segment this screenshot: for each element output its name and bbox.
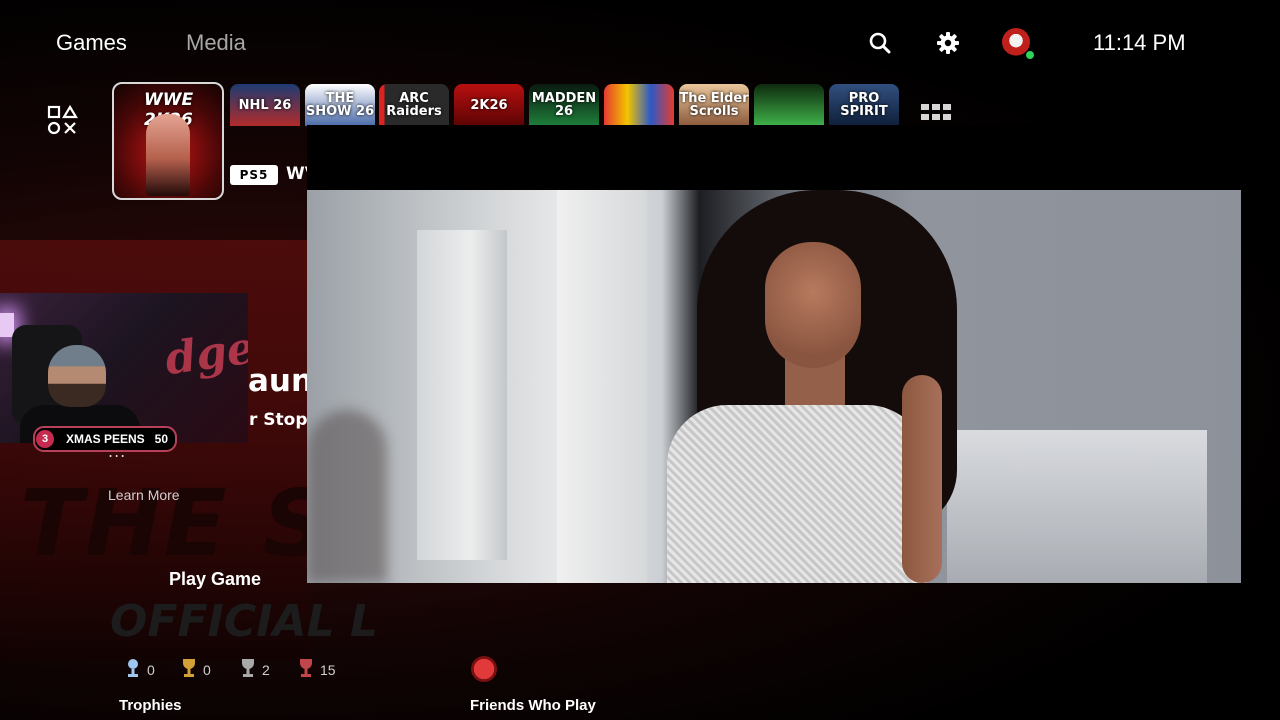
bronze-trophy-icon — [300, 659, 312, 677]
game-tile[interactable]: NHL 26 — [230, 84, 300, 126]
webcam-overlay: dgers — [0, 293, 248, 443]
trophy-gold: 0 — [181, 658, 211, 678]
trophy-platinum-count: 0 — [147, 662, 155, 678]
all-games-icon[interactable] — [920, 102, 952, 126]
search-icon[interactable] — [867, 30, 893, 56]
game-tile[interactable]: ARC Raiders — [379, 84, 449, 126]
game-tile[interactable] — [754, 84, 824, 126]
tab-games[interactable]: Games — [56, 30, 127, 56]
sub-goal-count: 3 — [36, 430, 54, 448]
gold-trophy-icon — [183, 659, 195, 677]
game-tile[interactable]: MADDEN 26 — [529, 84, 599, 126]
trophy-platinum: 0 — [125, 658, 155, 678]
video-preview — [307, 190, 1241, 583]
more-options-icon[interactable]: ... — [108, 442, 126, 461]
clock: 11:14 PM — [1093, 30, 1186, 55]
platform-badge: PS5 — [230, 165, 278, 185]
learn-more-button[interactable]: Learn More — [108, 487, 180, 503]
sub-goal-badge: 3 XMAS PEENS 50 — [33, 426, 177, 452]
video-foreground-blur — [307, 410, 387, 583]
webcam-person-head — [48, 345, 106, 407]
trophy-silver: 2 — [240, 658, 270, 678]
trophy-bronze-count: 15 — [320, 662, 336, 678]
video-person-face — [765, 242, 861, 368]
sub-goal-target: 50 — [154, 432, 168, 446]
trophy-gold-count: 0 — [203, 662, 211, 678]
game-tile[interactable]: The Elder Scrolls — [679, 84, 749, 126]
video-letterbox — [307, 125, 1280, 190]
trophies-label[interactable]: Trophies — [119, 697, 182, 714]
friends-who-play-label[interactable]: Friends Who Play — [470, 697, 596, 714]
game-tile[interactable] — [604, 84, 674, 126]
friend-avatar-icon[interactable] — [471, 656, 497, 682]
silver-trophy-icon — [242, 659, 254, 677]
play-game-button[interactable]: Play Game — [169, 569, 261, 590]
game-tile-selected[interactable]: WWE 2K26 — [112, 82, 224, 200]
video-wall-panel — [557, 190, 647, 583]
game-library-icon[interactable] — [46, 104, 78, 136]
game-cover-figure — [146, 114, 190, 196]
platinum-trophy-icon — [128, 659, 138, 677]
background-subtitle-text: OFFICIAL L — [110, 596, 378, 647]
trophy-bronze: 15 — [298, 658, 336, 678]
tab-media[interactable]: Media — [186, 30, 246, 56]
video-person-arm — [902, 375, 942, 583]
game-tile[interactable]: THE SHOW 26 — [305, 84, 375, 126]
game-tile[interactable]: 2K26 — [454, 84, 524, 126]
video-door — [417, 230, 507, 560]
game-tile[interactable]: PRO SPIRIT — [829, 84, 899, 126]
online-status-dot — [1025, 50, 1035, 60]
webcam-banner-text: dgers — [162, 315, 248, 386]
trophy-silver-count: 2 — [262, 662, 270, 678]
video-cabinet — [947, 430, 1207, 583]
gear-icon[interactable] — [935, 30, 961, 56]
video-person-top — [667, 405, 927, 583]
event-title: aun — [248, 363, 314, 399]
